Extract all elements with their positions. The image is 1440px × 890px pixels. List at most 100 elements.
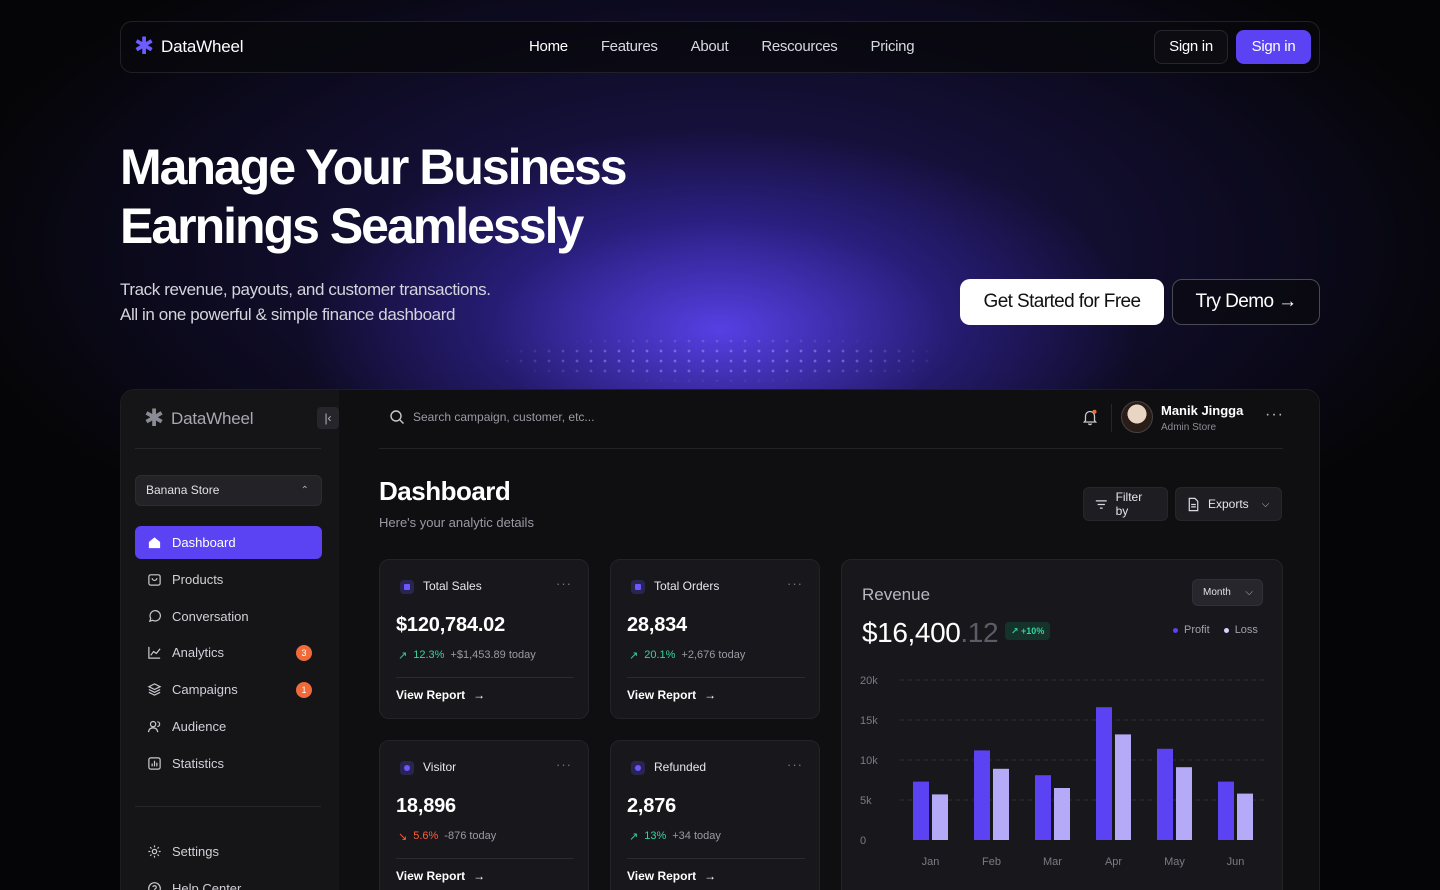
more-options-icon[interactable]: ··· [1265,406,1284,424]
signin-button-secondary[interactable]: Sign in [1154,30,1228,64]
analytics-badge: 3 [296,645,312,662]
sidebar: ✱ DataWheel |‹ Banana Store ⌃ Dashboard … [121,390,339,890]
sidebar-menu: Dashboard Products Conversation Analytic… [135,526,322,784]
card-more-icon[interactable]: ··· [556,576,572,591]
bar-loss-mar[interactable] [1054,788,1070,840]
brand-logo[interactable]: ✱ DataWheel [133,35,244,59]
dot-pattern [500,336,940,382]
card-more-icon[interactable]: ··· [787,757,803,772]
hero-subtitle: Track revenue, payouts, and customer tra… [120,277,491,327]
sidebar-item-help-center[interactable]: Help Center [135,872,322,890]
revenue-change: +10% [1021,626,1045,636]
card-delta-percent: 12.3% [413,649,445,661]
analytics-icon [146,645,162,661]
filter-icon [1095,499,1107,509]
nav-link-about[interactable]: About [691,38,729,55]
x-tick-label: Jun [1227,856,1245,868]
sidebar-item-settings[interactable]: Settings [135,835,322,868]
sidebar-item-dashboard[interactable]: Dashboard [135,526,322,559]
bar-profit-jun[interactable] [1218,781,1234,840]
exports-button[interactable]: Exports ⌵ [1175,487,1282,521]
card-delta: ↗ 13% +34 today [629,830,721,843]
view-report-link[interactable]: View Report → [396,869,485,883]
trend-up-icon: ↗ [398,650,408,662]
legend-item-loss: Loss [1223,624,1258,636]
avatar[interactable] [1121,401,1153,433]
bar-loss-jun[interactable] [1237,793,1253,840]
bar-loss-may[interactable] [1176,767,1192,840]
try-demo-button[interactable]: Try Demo → [1172,279,1320,325]
search-icon [390,410,404,424]
nav-link-features[interactable]: Features [601,38,658,55]
x-tick-label: Apr [1105,856,1122,868]
period-select-value: Month [1203,587,1231,598]
view-report-link[interactable]: View Report → [396,688,485,702]
sidebar-logo[interactable]: ✱ DataWheel [143,405,254,432]
card-divider [627,677,805,678]
gear-icon [146,844,162,860]
bar-profit-apr[interactable] [1096,707,1112,840]
y-tick-label: 0 [860,835,866,847]
arrow-right-icon: → [473,688,486,702]
sidebar-item-products[interactable]: Products [135,563,322,596]
revenue-value-cents: .12 [960,617,999,648]
sidebar-item-analytics[interactable]: Analytics 3 [135,636,322,669]
stat-card-total-sales: Total Sales ··· $120,784.02 ↗ 12.3% +$1,… [379,559,589,719]
chart-legend: Profit Loss [1173,624,1258,636]
collapse-sidebar-icon[interactable]: |‹ [317,407,339,429]
refunded-icon [631,761,645,775]
card-more-icon[interactable]: ··· [787,576,803,591]
sidebar-item-label: Dashboard [172,535,236,550]
sidebar-item-label: Settings [172,844,219,859]
card-divider [627,858,805,859]
card-delta-today: +$1,453.89 today [450,649,536,661]
bar-loss-apr[interactable] [1115,734,1131,840]
sidebar-divider [135,448,321,449]
sidebar-item-statistics[interactable]: Statistics [135,747,322,780]
bar-loss-jan[interactable] [932,794,948,840]
sidebar-item-audience[interactable]: Audience [135,710,322,743]
nav-links: Home Features About Rescources Pricing [529,38,915,55]
sidebar-brand-name: DataWheel [171,409,254,428]
card-title: Visitor [423,760,457,774]
nav-link-resources[interactable]: Rescources [761,38,838,55]
bar-profit-mar[interactable] [1035,775,1051,840]
bell-icon[interactable] [1081,408,1099,431]
hero-title: Manage Your Business Earnings Seamlessly [120,138,740,256]
user-role: Admin Store [1161,422,1217,433]
asterisk-logo-icon: ✱ [143,405,165,432]
stat-card-refunded: Refunded ··· 2,876 ↗ 13% +34 today View … [610,740,820,890]
store-select[interactable]: Banana Store ⌃ [135,475,322,506]
bar-profit-jan[interactable] [913,781,929,840]
topbar-divider [379,448,1283,449]
card-more-icon[interactable]: ··· [556,757,572,772]
sidebar-item-campaigns[interactable]: Campaigns 1 [135,673,322,706]
chevron-updown-icon: ⌃ [300,485,309,496]
sidebar-item-conversation[interactable]: Conversation [135,600,322,633]
stats-icon [146,755,162,771]
nav-link-home[interactable]: Home [529,38,568,55]
arrow-right-icon: → [704,688,717,702]
signin-button-primary[interactable]: Sign in [1236,30,1311,64]
y-tick-label: 20k [860,675,878,687]
search-bar[interactable]: Search campaign, customer, etc... [389,409,594,425]
bag-icon [146,571,162,587]
nav-link-pricing[interactable]: Pricing [871,38,915,55]
bar-profit-feb[interactable] [974,750,990,840]
x-tick-label: Mar [1043,856,1062,868]
revenue-value-main: $16,400 [862,617,961,648]
card-delta: ↗ 12.3% +$1,453.89 today [398,649,536,662]
period-select[interactable]: Month ⌵ [1192,579,1263,606]
filter-button[interactable]: Filter by [1083,487,1168,521]
bar-profit-may[interactable] [1157,748,1173,840]
x-tick-label: Feb [982,856,1001,868]
arrow-right-icon: → [704,869,717,883]
get-started-button[interactable]: Get Started for Free [960,279,1164,325]
card-delta: ↘ 5.6% -876 today [398,830,496,843]
bar-loss-feb[interactable] [993,768,1009,840]
brand-name: DataWheel [161,37,244,56]
view-report-link[interactable]: View Report → [627,869,716,883]
view-report-link[interactable]: View Report → [627,688,716,702]
legend-item-profit: Profit [1173,624,1210,636]
card-delta-today: +2,676 today [681,649,746,661]
